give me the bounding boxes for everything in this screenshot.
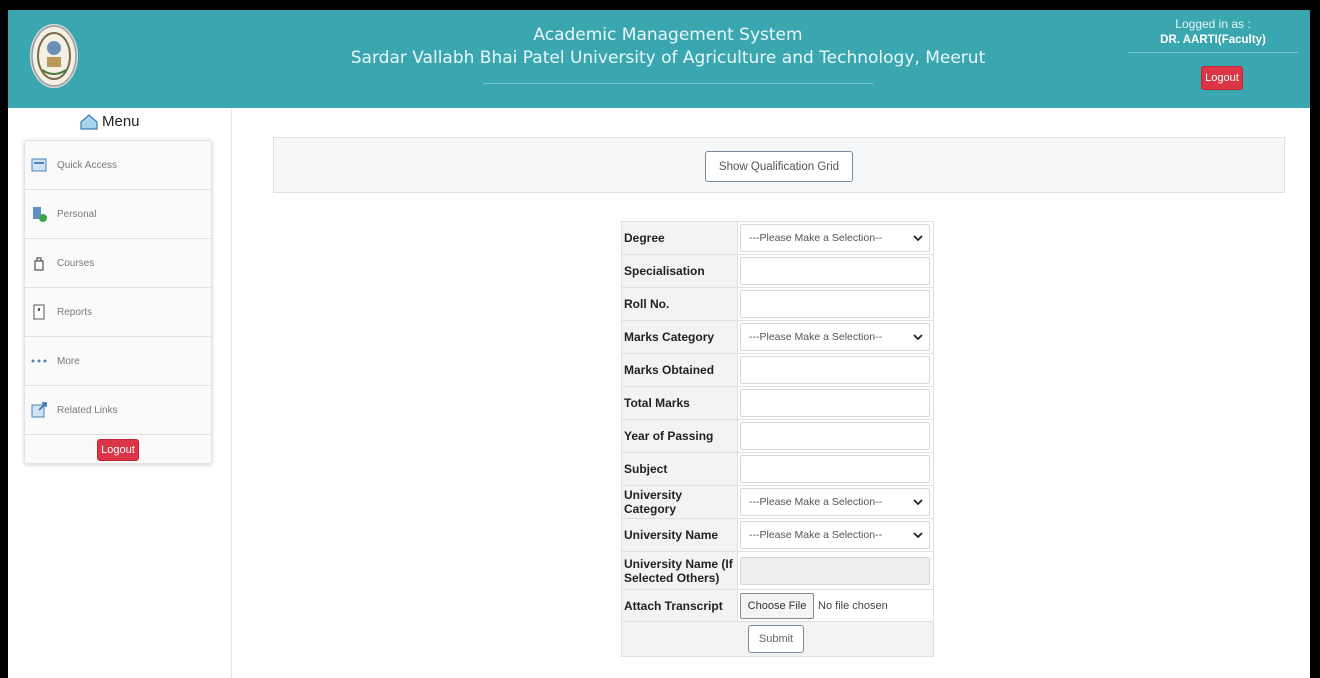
sidebar-item-more[interactable]: More — [25, 337, 211, 386]
show-qualification-grid-button[interactable]: Show Qualification Grid — [705, 151, 853, 182]
form-row-year: Year of Passing — [620, 419, 934, 453]
university-title: Sardar Vallabh Bhai Patel University of … — [350, 48, 986, 68]
form-row-university-category: University Category ---Please Make a Sel… — [620, 485, 934, 519]
sidebar-item-label: More — [57, 355, 80, 367]
menu-heading: Menu — [80, 113, 140, 130]
university-logo — [30, 24, 78, 88]
sidebar-item-courses[interactable]: Courses — [25, 239, 211, 288]
specialisation-label: Specialisation — [620, 254, 739, 288]
submit-button[interactable]: Submit — [748, 625, 804, 653]
form-row-degree: Degree ---Please Make a Selection-- — [620, 221, 934, 255]
university-category-select[interactable]: ---Please Make a Selection-- — [740, 488, 931, 516]
university-category-select-value: ---Please Make a Selection-- — [749, 496, 883, 508]
form-row-subject: Subject — [620, 452, 934, 486]
user-info: Logged in as : DR. AARTI(Faculty) — [1128, 16, 1298, 53]
sidebar-item-related-links[interactable]: Related Links — [25, 386, 211, 435]
more-dots-icon — [31, 353, 47, 369]
sidebar-item-quick-access[interactable]: Quick Access — [25, 141, 211, 190]
marks-obtained-input[interactable] — [740, 356, 931, 384]
form-row-university-name: University Name ---Please Make a Selecti… — [620, 518, 934, 552]
form-row-roll: Roll No. — [620, 287, 934, 321]
university-name-other-label: University Name (If Selected Others) — [620, 551, 739, 590]
home-icon — [80, 113, 98, 130]
header-bar: Academic Management System Sardar Vallab… — [8, 10, 1310, 108]
form-row-university-other: University Name (If Selected Others) — [620, 551, 934, 590]
chevron-down-icon — [913, 532, 923, 539]
quick-access-icon — [31, 157, 47, 173]
university-name-select[interactable]: ---Please Make a Selection-- — [740, 521, 931, 549]
marks-category-select-value: ---Please Make a Selection-- — [749, 331, 883, 343]
chevron-down-icon — [913, 334, 923, 341]
total-marks-label: Total Marks — [620, 386, 739, 420]
roll-no-input[interactable] — [740, 290, 931, 318]
subject-label: Subject — [620, 452, 739, 486]
total-marks-input[interactable] — [740, 389, 931, 417]
sidebar-item-label: Reports — [57, 306, 93, 318]
user-divider — [1128, 52, 1298, 53]
degree-select-value: ---Please Make a Selection-- — [749, 232, 883, 244]
system-title: Academic Management System — [533, 25, 803, 45]
form-row-marks-category: Marks Category ---Please Make a Selectio… — [620, 320, 934, 354]
degree-select[interactable]: ---Please Make a Selection-- — [740, 224, 931, 252]
file-status-text: No file chosen — [818, 599, 888, 612]
university-category-label: University Category — [620, 485, 739, 519]
personal-icon — [31, 206, 47, 222]
header-titles: Academic Management System Sardar Vallab… — [348, 24, 988, 70]
university-name-label: University Name — [620, 518, 739, 552]
sidebar-item-label: Personal — [57, 208, 97, 220]
qualification-form: Degree ---Please Make a Selection-- Spec… — [620, 221, 934, 657]
app-window: Academic Management System Sardar Vallab… — [8, 10, 1310, 678]
qualification-grid-bar: Show Qualification Grid — [273, 137, 1285, 193]
form-row-marks-obtained: Marks Obtained — [620, 353, 934, 387]
sidebar-menu: Quick Access Personal Courses Reports Mo… — [24, 140, 212, 464]
form-row-total-marks: Total Marks — [620, 386, 934, 420]
marks-category-select[interactable]: ---Please Make a Selection-- — [740, 323, 931, 351]
sidebar-item-reports[interactable]: Reports — [25, 288, 211, 337]
marks-category-label: Marks Category — [620, 320, 739, 354]
university-name-other-input — [740, 556, 931, 585]
sidebar-item-label: Courses — [57, 257, 95, 269]
logged-in-label: Logged in as : — [1175, 17, 1251, 31]
sidebar-item-personal[interactable]: Personal — [25, 190, 211, 239]
specialisation-input[interactable] — [740, 257, 931, 285]
user-name: DR. AARTI(Faculty) — [1160, 34, 1266, 46]
year-of-passing-input[interactable] — [740, 422, 931, 450]
header-logout-button[interactable]: Logout — [1201, 66, 1243, 90]
reports-icon — [31, 304, 47, 320]
sidebar-item-label: Quick Access — [57, 159, 118, 171]
marks-obtained-label: Marks Obtained — [620, 353, 739, 387]
sidebar-logout-button[interactable]: Logout — [97, 439, 139, 461]
choose-file-button[interactable]: Choose File — [740, 592, 815, 619]
form-row-submit: Submit — [621, 621, 934, 657]
title-divider — [483, 83, 873, 84]
roll-no-label: Roll No. — [620, 287, 739, 321]
university-name-select-value: ---Please Make a Selection-- — [749, 529, 883, 541]
submit-cell: Submit — [621, 621, 934, 657]
chevron-down-icon — [913, 499, 923, 506]
form-row-attach: Attach Transcript Choose File No file ch… — [620, 589, 934, 622]
menu-title: Menu — [102, 113, 140, 130]
chevron-down-icon — [913, 235, 923, 242]
form-row-specialisation: Specialisation — [620, 254, 934, 288]
sidebar-item-label: Related Links — [57, 404, 118, 416]
courses-icon — [31, 255, 47, 271]
year-of-passing-label: Year of Passing — [620, 419, 739, 453]
file-picker: Choose File No file chosen — [740, 592, 931, 619]
degree-label: Degree — [620, 221, 739, 255]
attach-transcript-label: Attach Transcript — [620, 589, 739, 622]
related-links-icon — [31, 402, 47, 418]
subject-input[interactable] — [740, 455, 931, 483]
